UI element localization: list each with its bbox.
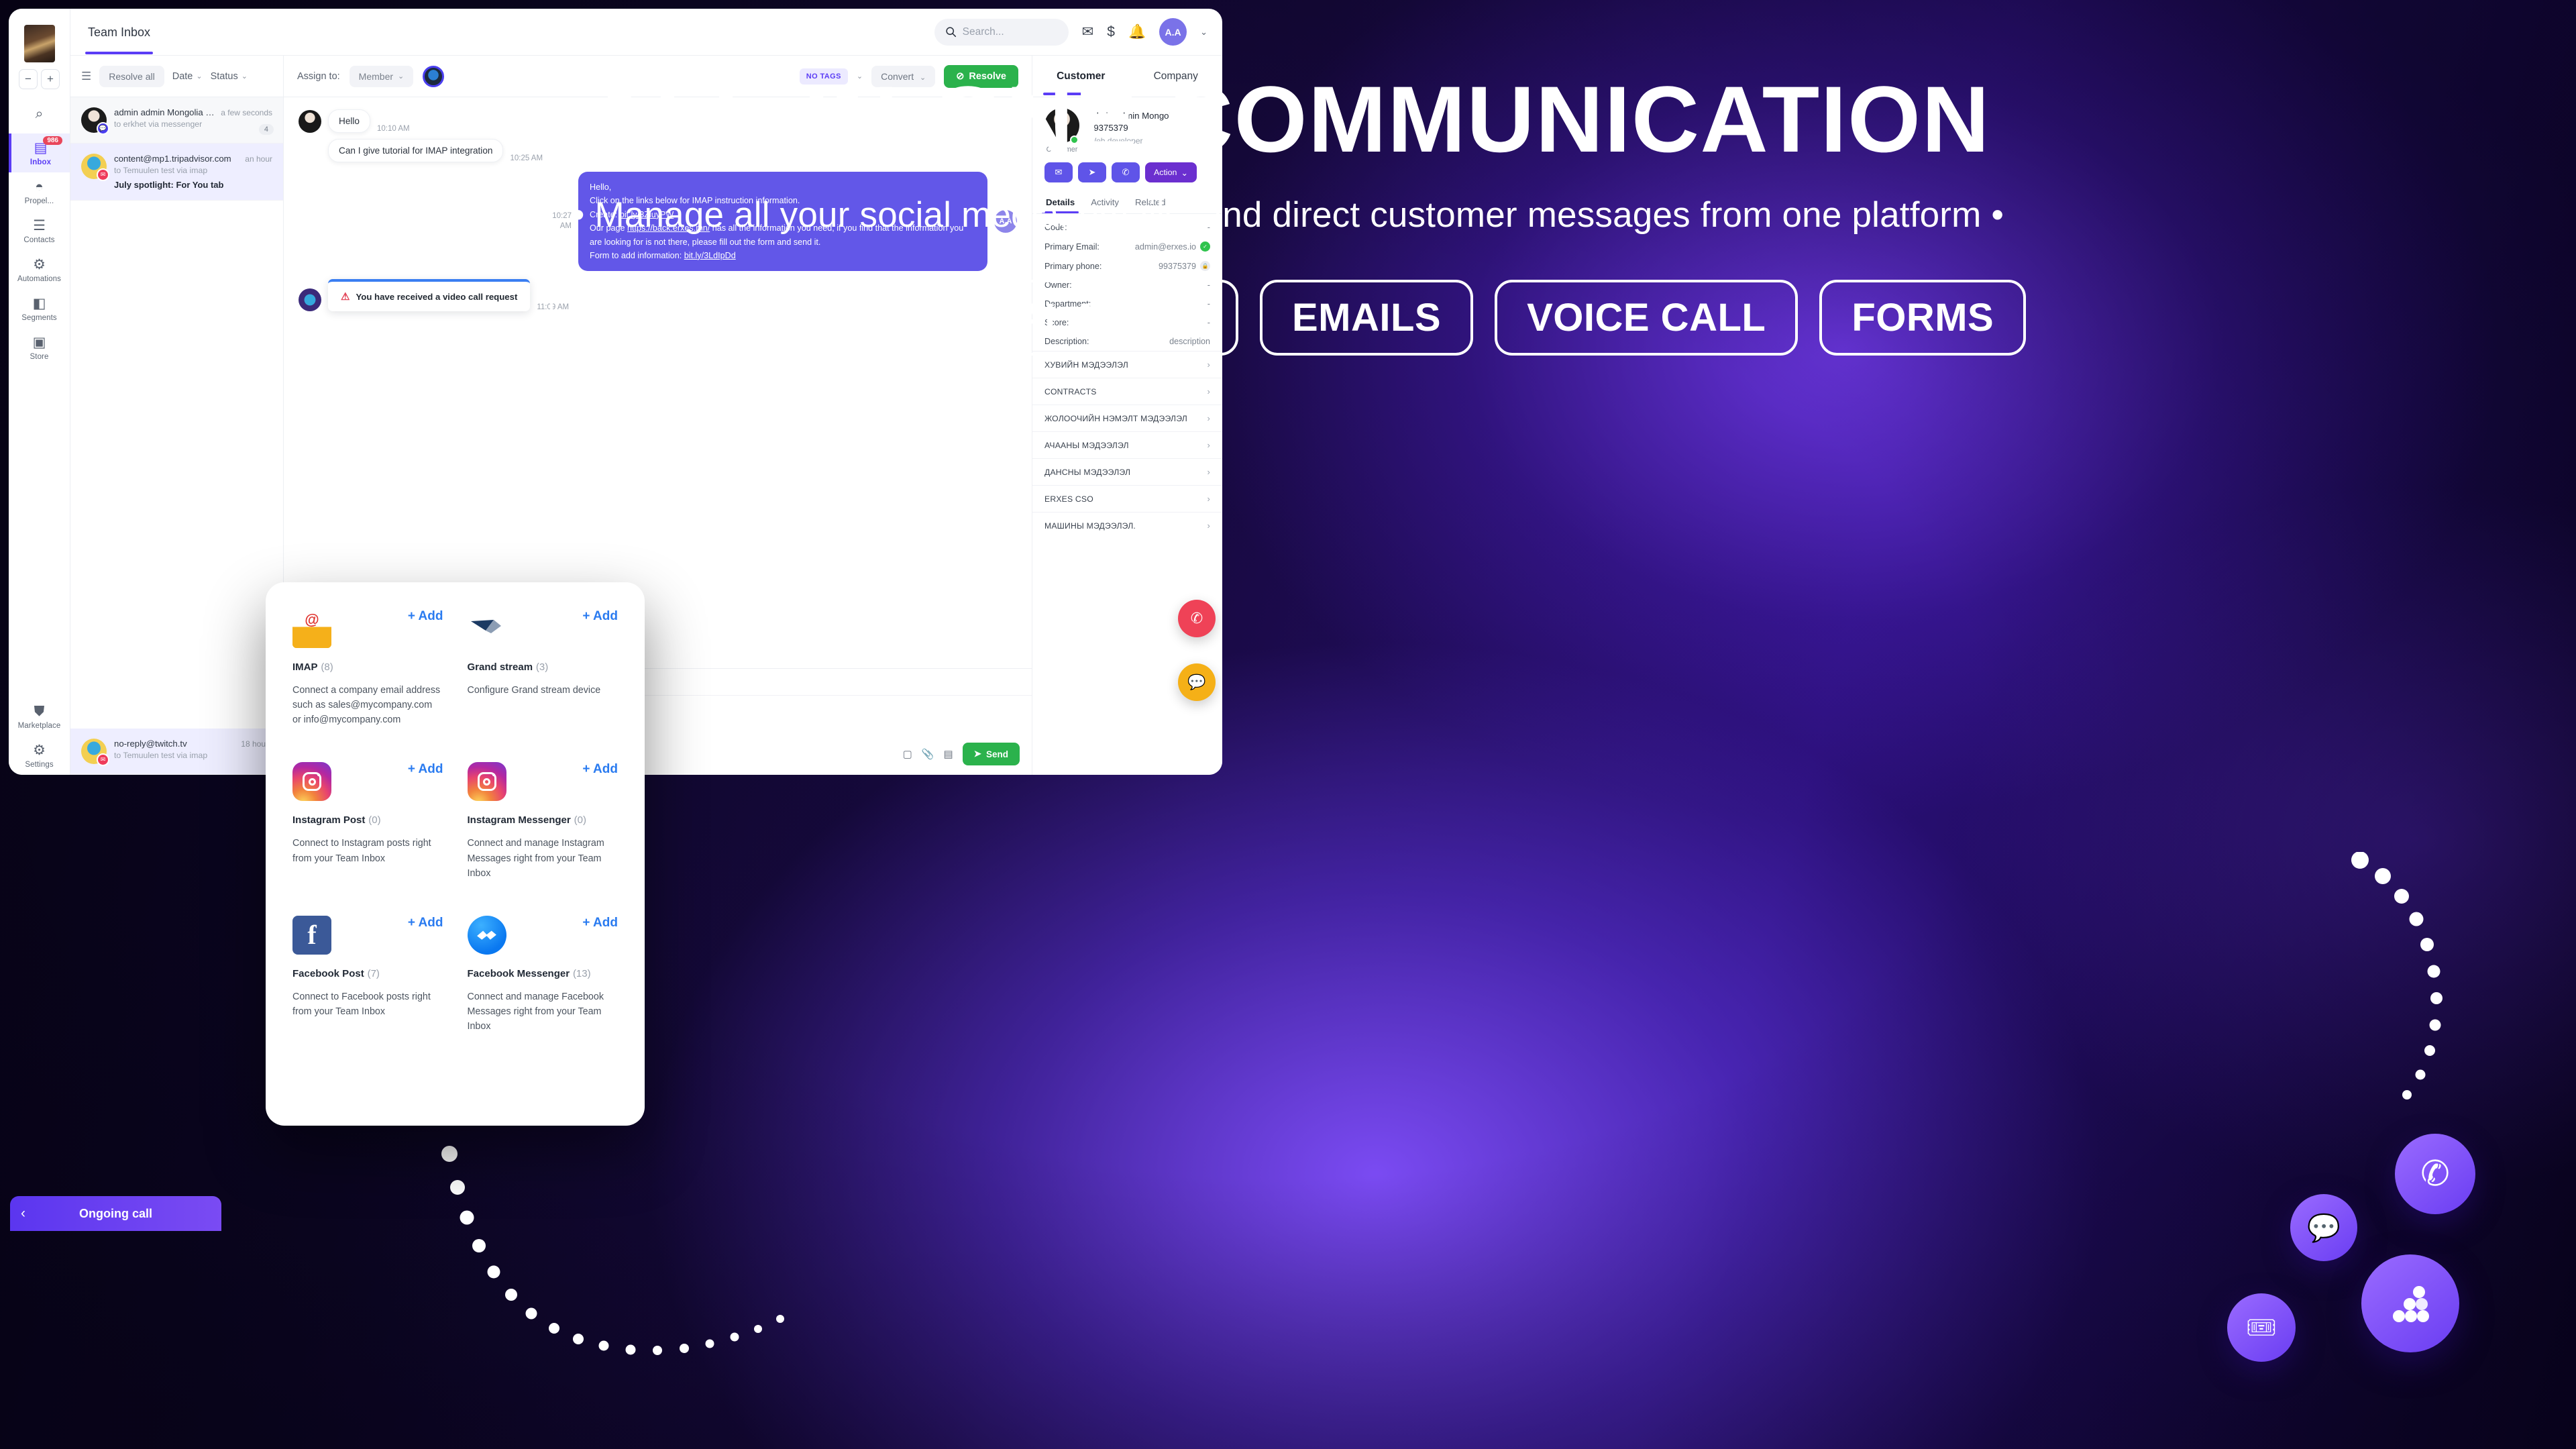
chevron-right-icon: › <box>1207 521 1210 531</box>
integration-title: Instagram Post <box>292 814 366 826</box>
integration-desc: Connect to Facebook posts right from you… <box>292 991 431 1018</box>
integration-title: Facebook Post <box>292 967 364 979</box>
chevron-right-icon: › <box>1207 386 1210 396</box>
template-icon[interactable]: ▤ <box>943 748 953 760</box>
list-item[interactable]: ✉ no-reply@twitch.tv 18 hours to Temuule… <box>70 729 283 775</box>
sidebar-label-marketplace: Marketplace <box>17 722 61 730</box>
ticket-icon: 🎟 <box>2246 1313 2277 1341</box>
integration-tile-instagram-messenger[interactable]: + Add Instagram Messenger (0) Connect an… <box>467 762 618 880</box>
section-label: ЖОЛООЧИЙН НЭМЭЛТ МЭДЭЭЛЭЛ <box>1044 413 1187 423</box>
sidebar-label-settings: Settings <box>25 761 54 769</box>
imap-envelope-icon <box>292 609 331 648</box>
chat-fab[interactable]: 💬 <box>1178 663 1216 701</box>
integration-desc: Connect and manage Instagram Messages ri… <box>467 838 604 879</box>
floating-apps-bubble[interactable] <box>2361 1254 2459 1352</box>
pill-messenger[interactable]: MESSENGER <box>549 280 866 356</box>
integration-count: (0) <box>574 814 586 826</box>
conversation-channel: to Temuulen test via imap <box>114 751 208 760</box>
add-button[interactable]: + Add <box>408 762 443 777</box>
integration-count: (0) <box>368 814 381 826</box>
sidebar-item-marketplace[interactable]: ⛊ Marketplace <box>9 697 70 736</box>
add-button[interactable]: + Add <box>408 916 443 930</box>
integration-title: IMAP <box>292 661 318 673</box>
chat-bubbles-icon: 💬 <box>2307 1213 2341 1243</box>
integration-tile-imap[interactable]: + Add IMAP (8) Connect a company email a… <box>292 609 443 727</box>
integration-count: (3) <box>535 661 549 673</box>
facebook-icon: f <box>292 915 331 955</box>
pill-voice-call[interactable]: VOICE CALL <box>1495 280 1799 356</box>
section-label: МАШИНЫ МЭДЭЭЛЭЛ. <box>1044 521 1136 531</box>
sidebar-item-settings[interactable]: ⚙ Settings <box>9 736 70 775</box>
integration-desc: Connect to Instagram posts right from yo… <box>292 838 431 864</box>
add-button[interactable]: + Add <box>582 609 618 624</box>
feature-pill-row: MESSENGER SOCIAL MEDIA EMAILS VOICE CALL… <box>0 280 2576 356</box>
page-title: ALL-IN-ONE COMMUNICATION <box>585 66 1991 172</box>
integration-tile-grandstream[interactable]: + Add Grand stream (3) Configure Grand s… <box>467 609 618 727</box>
dots-grid-icon <box>2393 1286 2429 1322</box>
section-cargo-info[interactable]: АЧААНЫ МЭДЭЭЛЭЛ › <box>1032 431 1222 458</box>
section-car-info[interactable]: МАШИНЫ МЭДЭЭЛЭЛ. › <box>1032 512 1222 539</box>
call-title: Ongoing call <box>78 1206 152 1220</box>
floating-chat-bubble[interactable]: 💬 <box>2290 1194 2357 1261</box>
chevron-right-icon: › <box>1207 413 1210 423</box>
back-icon[interactable]: ‹ <box>21 1205 25 1222</box>
chevron-right-icon: › <box>1207 494 1210 504</box>
pill-emails[interactable]: EMAILS <box>1259 280 1474 356</box>
dotted-arc-left <box>441 1146 784 1355</box>
instagram-icon <box>467 762 506 802</box>
chevron-right-icon: › <box>1207 360 1210 370</box>
marketplace-icon: ⛊ <box>34 704 45 719</box>
floating-ticket-bubble[interactable]: 🎟 <box>2227 1293 2296 1362</box>
integration-count: (7) <box>367 967 380 979</box>
gear-icon: ⚙ <box>33 743 46 758</box>
end-call-fab[interactable]: ✆ <box>1178 600 1216 637</box>
page-subtitle: • Manage all your social media, emails, … <box>572 195 2004 235</box>
video-icon[interactable]: ▢ <box>903 748 912 760</box>
section-label: CONTRACTS <box>1044 386 1097 396</box>
section-label: ДАНСНЫ МЭДЭЭЛЭЛ <box>1044 467 1131 477</box>
integration-tile-facebook-post[interactable]: f + Add Facebook Post (7) Connect to Fac… <box>292 915 443 1034</box>
integrations-card: + Add IMAP (8) Connect a company email a… <box>266 582 645 1126</box>
integration-desc: Configure Grand stream device <box>467 685 601 696</box>
integration-desc: Connect and manage Facebook Messages rig… <box>467 991 604 1032</box>
section-label: ERXES CSO <box>1044 494 1093 504</box>
instagram-icon <box>292 762 331 802</box>
dotted-arc-right <box>2351 852 2443 1099</box>
integration-count: (13) <box>572 967 591 979</box>
avatar: ✉ <box>81 739 109 766</box>
chat-bubbles-icon: 💬 <box>1187 674 1206 690</box>
integration-title: Instagram Messenger <box>467 814 571 826</box>
section-contracts[interactable]: CONTRACTS › <box>1032 378 1222 405</box>
section-account-info[interactable]: ДАНСНЫ МЭДЭЭЛЭЛ › <box>1032 458 1222 485</box>
pill-forms[interactable]: FORMS <box>1819 280 2027 356</box>
grandstream-icon <box>467 609 506 648</box>
section-label: АЧААНЫ МЭДЭЭЛЭЛ <box>1044 440 1129 450</box>
integration-desc: Connect a company email address such as … <box>292 685 441 726</box>
send-button[interactable]: ➤ Send <box>962 743 1020 765</box>
section-erxes-cso[interactable]: ERXES CSO › <box>1032 485 1222 512</box>
facebook-messenger-icon <box>467 915 506 955</box>
phone-icon: ✆ <box>2420 1155 2450 1193</box>
floating-phone-bubble[interactable]: ✆ <box>2395 1134 2475 1214</box>
pill-social-media[interactable]: SOCIAL MEDIA <box>887 280 1238 356</box>
integration-tile-instagram-post[interactable]: + Add Instagram Post (0) Connect to Inst… <box>292 762 443 880</box>
integration-count: (8) <box>321 661 333 673</box>
add-button[interactable]: + Add <box>408 609 443 624</box>
conversation-name: no-reply@twitch.tv <box>114 739 187 749</box>
section-label: ХУВИЙН МЭДЭЭЛЭЛ <box>1044 360 1128 370</box>
add-button[interactable]: + Add <box>582 916 618 930</box>
add-button[interactable]: + Add <box>582 762 618 777</box>
send-label: Send <box>985 749 1008 759</box>
integration-title: Grand stream <box>467 661 533 673</box>
integration-title: Facebook Messenger <box>467 967 570 979</box>
hero-section: ALL-IN-ONE COMMUNICATION • Manage all yo… <box>0 0 2576 356</box>
attachment-icon[interactable]: 📎 <box>922 748 934 760</box>
integration-tile-facebook-messenger[interactable]: + Add Facebook Messenger (13) Connect an… <box>467 915 618 1034</box>
chevron-right-icon: › <box>1207 467 1210 477</box>
chevron-right-icon: › <box>1207 440 1210 450</box>
section-driver-info[interactable]: ЖОЛООЧИЙН НЭМЭЛТ МЭДЭЭЛЭЛ › <box>1032 405 1222 431</box>
mail-badge-icon: ✉ <box>97 753 109 766</box>
hangup-icon: ✆ <box>1190 610 1203 627</box>
send-icon: ➤ <box>973 749 981 759</box>
